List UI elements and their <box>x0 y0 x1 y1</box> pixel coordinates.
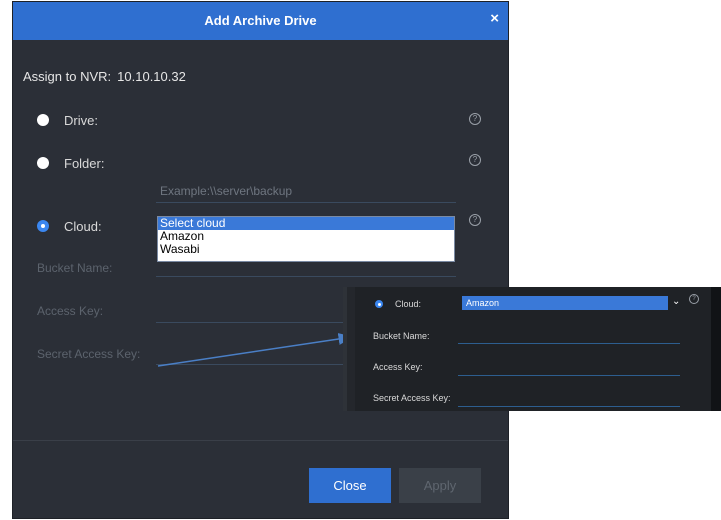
chevron-down-icon[interactable]: ⌄ <box>672 295 680 309</box>
inset-access-key-input[interactable] <box>458 367 680 379</box>
inset-secret-access-key-field[interactable] <box>458 394 680 410</box>
inset-secret-access-key-label: Secret Access Key: <box>373 393 451 403</box>
inset-cloud-label: Cloud: <box>395 299 422 309</box>
inset-edge <box>711 287 721 411</box>
callout-arrow <box>157 333 354 367</box>
inset-help-icon[interactable]: ? <box>689 294 699 304</box>
inset-access-key-field[interactable] <box>458 363 680 379</box>
inset-access-key-label: Access Key: <box>373 362 423 372</box>
inset-panel: Cloud: Amazon ⌄ ? Bucket Name: Access Ke… <box>355 287 712 411</box>
inset-bucket-name-field[interactable] <box>458 331 680 347</box>
inset-bucket-name-input[interactable] <box>458 335 680 347</box>
inset-cloud-radio[interactable] <box>375 300 383 308</box>
inset-bucket-name-label: Bucket Name: <box>373 331 430 341</box>
inset-cloud-option[interactable]: Cloud: <box>375 297 421 311</box>
inset-secret-access-key-input[interactable] <box>458 398 680 410</box>
zoom-inset: Cloud: Amazon ⌄ ? Bucket Name: Access Ke… <box>343 287 721 411</box>
inset-cloud-select[interactable]: Amazon <box>462 296 668 310</box>
